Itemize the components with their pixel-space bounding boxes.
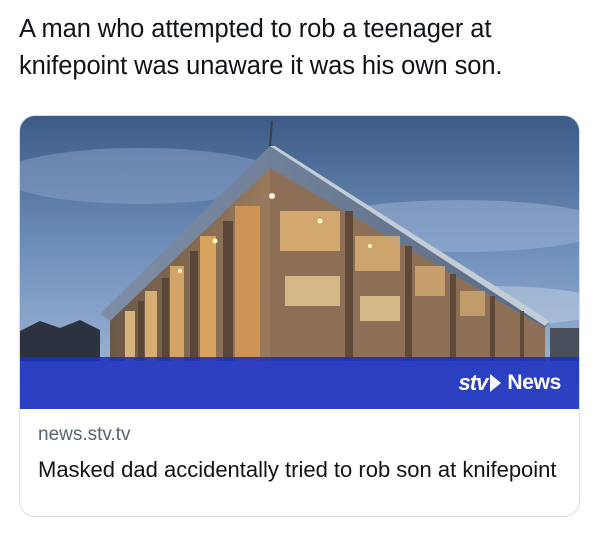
- card-domain[interactable]: news.stv.tv: [38, 423, 558, 447]
- stv-news-logo: stv News: [459, 370, 562, 396]
- link-preview-card[interactable]: stv News news.stv.tv Masked dad accident…: [19, 115, 580, 517]
- stv-logo-mark: stv: [459, 370, 502, 396]
- stv-logo-text: stv: [458, 370, 489, 395]
- play-chevron-icon: [490, 374, 502, 392]
- card-title[interactable]: Masked dad accidentally tried to rob son…: [38, 456, 558, 484]
- brand-banner: stv News: [20, 357, 579, 409]
- tweet-text: A man who attempted to rob a teenager at…: [19, 15, 503, 80]
- card-meta[interactable]: news.stv.tv Masked dad accidentally trie…: [38, 423, 558, 484]
- news-logo-text: News: [507, 371, 561, 394]
